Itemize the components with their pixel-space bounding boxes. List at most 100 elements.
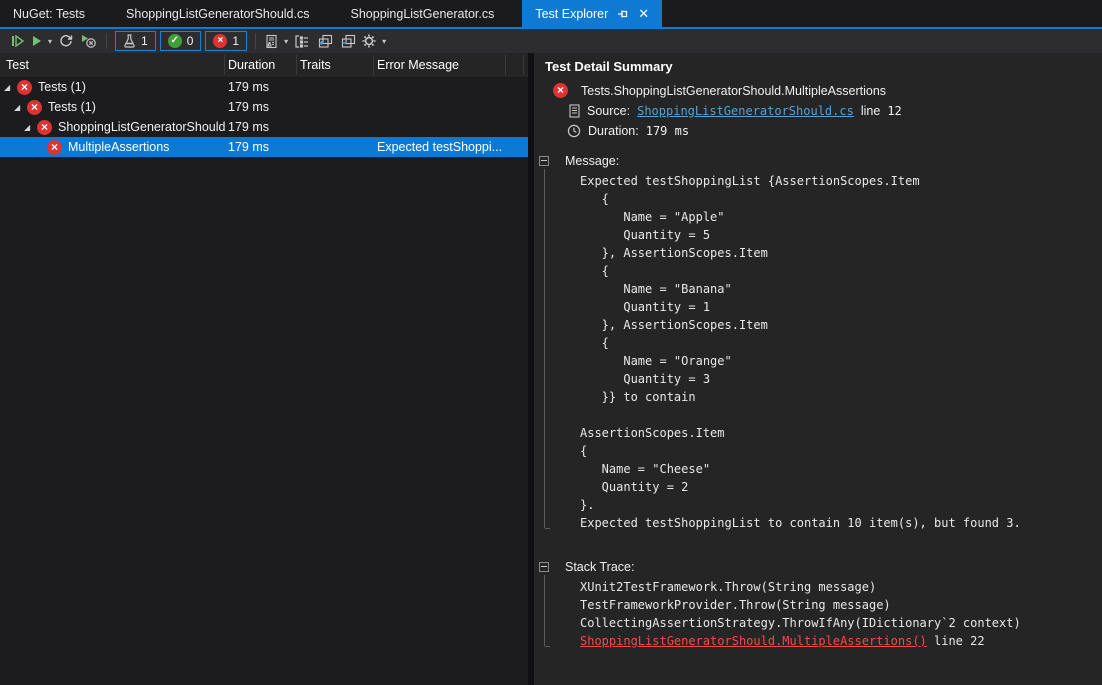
failed-test-name-row: × Tests.ShoppingListGeneratorShould.Mult… (553, 83, 1102, 98)
message-line: { (580, 334, 1102, 352)
message-line: AssertionScopes.Item (580, 424, 1102, 442)
test-row-label: Tests (1) (48, 100, 96, 114)
tab-nuget-tests[interactable]: NuGet: Tests (0, 0, 98, 27)
failed-x-icon: × (213, 34, 227, 48)
window-layout-button[interactable] (336, 30, 359, 52)
message-line: Name = "Banana" (580, 280, 1102, 298)
test-explorer-toolbar: ▾ 1 ✓ 0 × 1 ▾ ▾ (0, 29, 1102, 53)
passed-count: 0 (187, 34, 194, 48)
column-divider[interactable] (373, 55, 374, 75)
failed-test-icon: × (37, 120, 52, 135)
outline-guide-tick (545, 528, 550, 529)
source-file-link[interactable]: ShoppingListGeneratorShould.cs (637, 104, 854, 118)
test-detail-panel: Test Detail Summary × Tests.ShoppingList… (534, 53, 1102, 685)
column-header-traits[interactable]: Traits (300, 53, 331, 77)
stack-trace-body: XUnit2TestFramework.Throw(String message… (580, 578, 1102, 650)
playlist-dropdown-caret-icon[interactable]: ▾ (284, 37, 288, 46)
column-divider[interactable] (224, 55, 225, 75)
duration-row: Duration: 179 ms (567, 124, 1102, 138)
run-test-button[interactable]: ▾ (29, 30, 54, 52)
tab-test-explorer[interactable]: Test Explorer ✕ (522, 0, 662, 27)
group-by-button[interactable] (290, 30, 313, 52)
message-line: }, AssertionScopes.Item (580, 244, 1102, 262)
outline-guide-line (544, 169, 545, 528)
test-row[interactable]: ×MultipleAssertions179 msExpected testSh… (0, 137, 528, 157)
passed-check-icon: ✓ (168, 34, 182, 48)
outline-guide-tick (545, 646, 550, 647)
test-row[interactable]: ◢ × ShoppingListGeneratorShould179 ms (0, 117, 528, 137)
test-row-duration: 179 ms (228, 120, 269, 134)
message-line (580, 406, 1102, 424)
filter-passed-tests-toggle[interactable]: ✓ 0 (160, 31, 202, 51)
message-line: Quantity = 1 (580, 298, 1102, 316)
stack-frame-line-number: line 22 (927, 634, 985, 648)
message-header: Message: (565, 152, 1102, 170)
column-divider[interactable] (505, 55, 506, 75)
tab-shoppinglistgeneratorshould-cs[interactable]: ShoppingListGeneratorShould.cs (113, 0, 322, 27)
test-row-duration: 179 ms (228, 100, 269, 114)
test-row-label: MultipleAssertions (68, 140, 169, 154)
column-divider[interactable] (296, 55, 297, 75)
source-line-number: 12 (887, 104, 901, 118)
clock-icon (567, 124, 581, 138)
test-row-duration: 179 ms (228, 140, 269, 154)
message-section: Message: Expected testShoppingList {Asse… (534, 152, 1102, 532)
column-header-error-message[interactable]: Error Message (377, 53, 459, 77)
message-line: { (580, 442, 1102, 460)
run-dropdown-caret-icon[interactable]: ▾ (48, 37, 52, 46)
pin-icon[interactable] (617, 8, 629, 20)
expander-icon[interactable]: ◢ (4, 83, 17, 92)
outline-guide-line (544, 575, 545, 646)
column-header-test[interactable]: Test (6, 53, 29, 77)
tab-label: NuGet: Tests (13, 7, 85, 21)
test-row[interactable]: ◢×Tests (1)179 ms (0, 77, 528, 97)
tab-shoppinglistgenerator-cs[interactable]: ShoppingListGenerator.cs (338, 0, 508, 27)
message-line: Quantity = 2 (580, 478, 1102, 496)
collapse-toggle-icon[interactable] (539, 562, 549, 572)
cancel-test-run-button[interactable] (77, 30, 100, 52)
playlist-button[interactable]: ▾ (262, 30, 290, 52)
filter-total-tests-toggle[interactable]: 1 (115, 31, 156, 51)
x-glyph: × (21, 81, 28, 93)
x-glyph: × (31, 101, 38, 113)
message-line: }. (580, 496, 1102, 514)
test-row[interactable]: ◢ × Tests (1) 179 ms (0, 97, 528, 117)
stack-trace-header: Stack Trace: (565, 558, 1102, 576)
column-header-duration[interactable]: Duration (228, 53, 275, 77)
expander-icon[interactable]: ◢ (14, 103, 27, 112)
collapse-toggle-icon[interactable] (539, 156, 549, 166)
test-row-label: ShoppingListGeneratorShould (58, 120, 225, 134)
x-glyph: × (41, 121, 48, 133)
expander-icon[interactable]: ◢ (24, 123, 37, 132)
filter-failed-tests-toggle[interactable]: × 1 (205, 31, 247, 51)
close-icon[interactable]: ✕ (638, 7, 649, 20)
test-tree: ◢×Tests (1)179 ms◢×Tests (1)179 ms◢×Shop… (0, 77, 528, 685)
toolbar-separator (106, 33, 107, 49)
error-status-icon: × (553, 83, 568, 98)
document-icon (569, 104, 580, 118)
settings-button[interactable]: ▾ (359, 30, 388, 52)
source-label: Source: (587, 104, 630, 118)
message-line: Name = "Cheese" (580, 460, 1102, 478)
stack-frame: TestFrameworkProvider.Throw(String messa… (580, 596, 1102, 614)
stack-frame: ShoppingListGeneratorShould.MultipleAsse… (580, 632, 1102, 650)
message-line: Name = "Apple" (580, 208, 1102, 226)
stack-frame-link[interactable]: ShoppingListGeneratorShould.MultipleAsse… (580, 634, 927, 648)
failed-test-icon: × (27, 100, 42, 115)
repeat-last-run-button[interactable] (54, 30, 77, 52)
new-window-button[interactable] (313, 30, 336, 52)
stack-frame: CollectingAssertionStrategy.ThrowIfAny(I… (580, 614, 1102, 632)
message-line: }, AssertionScopes.Item (580, 316, 1102, 334)
failed-test-icon: × (17, 80, 32, 95)
message-line: Name = "Orange" (580, 352, 1102, 370)
message-body: Expected testShoppingList {AssertionScop… (580, 172, 1102, 532)
run-all-tests-button[interactable] (6, 30, 29, 52)
message-line: Quantity = 5 (580, 226, 1102, 244)
column-divider[interactable] (523, 55, 524, 75)
message-line: Expected testShoppingList to contain 10 … (580, 514, 1102, 532)
settings-dropdown-caret-icon[interactable]: ▾ (382, 37, 386, 46)
stack-frame: XUnit2TestFramework.Throw(String message… (580, 578, 1102, 596)
x-glyph: × (51, 141, 58, 153)
message-line: { (580, 190, 1102, 208)
duration-label: Duration: (588, 124, 639, 138)
